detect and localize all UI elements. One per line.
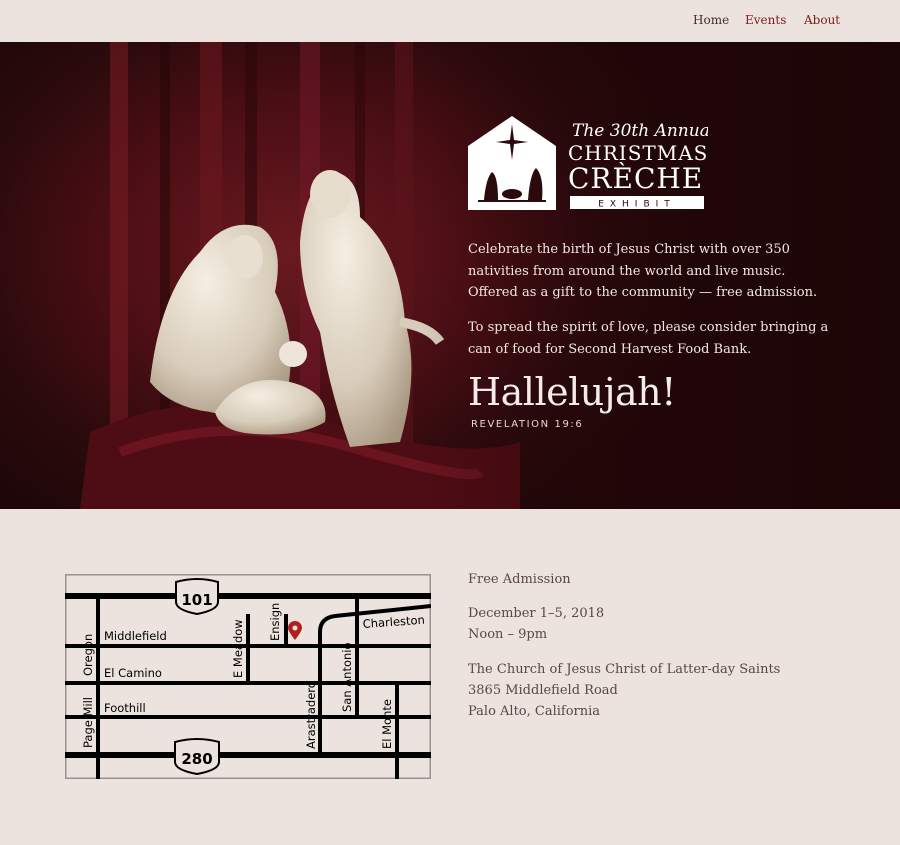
venue-info: The Church of Jesus Christ of Latter-day… (468, 659, 780, 722)
hero-headline: Hallelujah! (468, 370, 676, 414)
street-e-meadow: E Meadow (231, 619, 245, 678)
street-el-camino: El Camino (104, 666, 162, 680)
street-oregon: Oregon (81, 634, 95, 676)
street-middlefield: Middlefield (104, 629, 167, 643)
highway-280-shield: 280 (174, 738, 220, 776)
event-hours: Noon – 9pm (468, 627, 548, 642)
street-ensign: Ensign (268, 603, 282, 641)
admission-info: Free Admission (468, 569, 571, 590)
date-time-info: December 1–5, 2018 Noon – 9pm (468, 603, 604, 645)
event-dates: December 1–5, 2018 (468, 606, 605, 621)
street-foothill: Foothill (104, 701, 146, 715)
venue-address: 3865 Middlefield Road (468, 683, 618, 698)
nav-about-link[interactable]: About (804, 13, 840, 27)
scripture-reference: REVELATION 19:6 (471, 419, 584, 430)
admission-text: Free Admission (468, 572, 571, 587)
street-arastradero: Arastradero (304, 681, 318, 749)
logo-line1: The 30th Annual (572, 121, 708, 141)
nav-home-link[interactable]: Home (693, 13, 729, 27)
location-map: 101 280 Middlefield El Camino Foothill C… (65, 574, 431, 779)
venue-name: The Church of Jesus Christ of Latter-day… (468, 662, 781, 677)
svg-text:280: 280 (181, 750, 212, 768)
hero-paragraph-2: To spread the spirit of love, please con… (468, 320, 829, 357)
street-el-monte: El Monte (380, 699, 394, 749)
street-san-antonio: San Antonio (340, 642, 354, 712)
hero-banner: The 30th Annual CHRISTMAS CRÈCHE EXHIBIT… (0, 42, 900, 509)
venue-city: Palo Alto, California (468, 704, 601, 719)
logo-line3: CRÈCHE (568, 162, 703, 195)
hero-paragraph-1: Celebrate the birth of Jesus Christ with… (468, 242, 818, 300)
logo-line4: EXHIBIT (598, 200, 676, 210)
creche-exhibit-logo: The 30th Annual CHRISTMAS CRÈCHE EXHIBIT (468, 116, 708, 210)
highway-101-shield: 101 (175, 578, 219, 616)
top-nav: Home Events About (0, 0, 900, 42)
nav-events-link[interactable]: Events (745, 13, 786, 27)
svg-text:101: 101 (181, 591, 212, 609)
street-page-mill: Page Mill (81, 697, 95, 748)
